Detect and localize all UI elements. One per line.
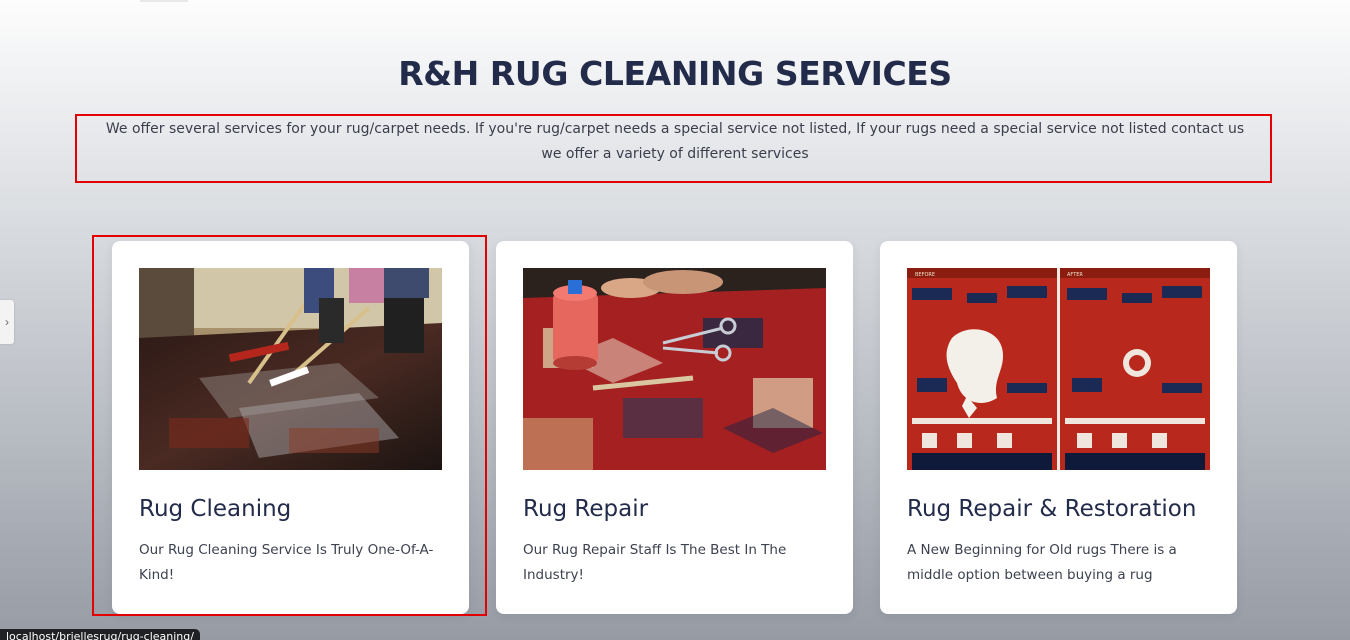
card-highlight-box [92,235,487,616]
section-title: R&H RUG CLEANING SERVICES [398,54,952,93]
side-panel-toggle[interactable]: › [0,300,14,344]
service-title[interactable]: Rug Repair [523,496,648,522]
after-label: AFTER [1067,272,1083,278]
status-bar-url: localhost/briellesrug/rug-cleaning/ [0,629,200,640]
service-description: Our Rug Repair Staff Is The Best In The … [523,542,787,583]
before-label: BEFORE [915,272,935,278]
service-image-rug-restoration[interactable]: BEFORE AFTER [907,268,1210,470]
service-title[interactable]: Rug Repair & Restoration [907,496,1196,522]
top-divider [140,0,188,2]
service-image-rug-repair[interactable] [523,268,826,470]
chevron-right-icon: › [5,315,9,329]
service-card-rug-restoration[interactable]: BEFORE AFTER Rug Repair & Restoration A … [880,241,1237,614]
service-card-rug-repair[interactable]: Rug Repair Our Rug Repair Staff Is The B… [496,241,853,614]
section-intro: We offer several services for your rug/c… [105,121,1245,162]
service-description: A New Beginning for Old rugs There is a … [907,542,1177,583]
